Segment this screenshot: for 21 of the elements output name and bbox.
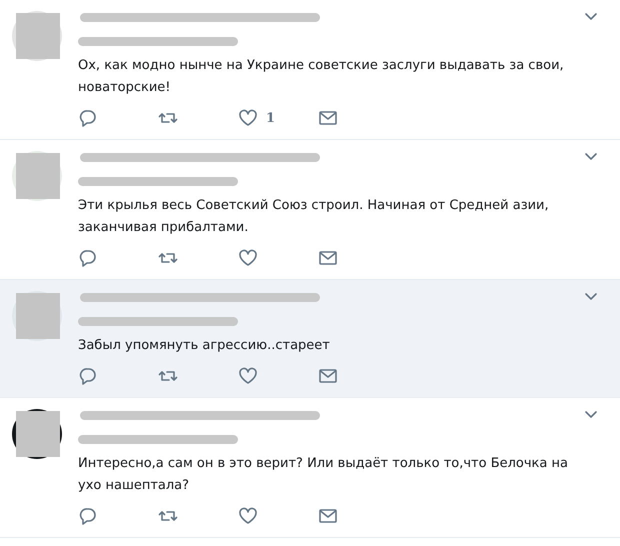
reply-icon[interactable] xyxy=(78,366,98,386)
chevron-down-icon[interactable] xyxy=(584,12,598,22)
reply-icon[interactable] xyxy=(78,506,98,526)
heart-icon[interactable] xyxy=(238,366,258,386)
chevron-down-icon[interactable] xyxy=(584,292,598,302)
tweet-text: Ох, как модно нынче на Украине советские заслуги выдавать за свои, новаторские! xyxy=(78,57,565,97)
reply-icon[interactable] xyxy=(78,108,98,128)
tweet-text: Эти крылья весь Советский Союз строил. Начиная от Средней азии, заканчивая прибалтами. xyxy=(78,197,550,237)
chevron-down-icon[interactable] xyxy=(584,152,598,162)
reply-icon[interactable] xyxy=(78,248,98,268)
tweet-text: Забыл упомянуть агрессию..стареет xyxy=(78,337,331,355)
envelope-icon[interactable] xyxy=(318,108,338,128)
envelope-icon[interactable] xyxy=(318,248,338,268)
heart-icon[interactable] xyxy=(238,108,258,128)
envelope-icon[interactable] xyxy=(318,366,338,386)
heart-icon[interactable] xyxy=(238,506,258,526)
heart-icon[interactable] xyxy=(238,248,258,268)
tweet-text: Интересно,а сам он в это верит? Или выдаёт только то,что Белочка на ухо нашептала? xyxy=(78,455,569,495)
chevron-down-icon[interactable] xyxy=(584,410,598,420)
envelope-icon[interactable] xyxy=(318,506,338,526)
like-count: 1 xyxy=(266,110,276,126)
